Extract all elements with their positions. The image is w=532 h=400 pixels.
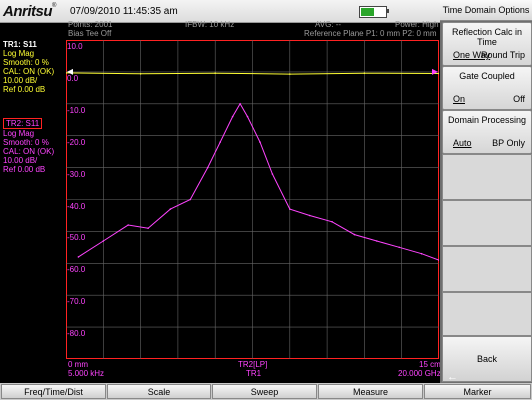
trace-tr2-point	[206, 166, 209, 169]
y-tick-label: 10.0	[67, 42, 83, 51]
main-menu-bar: Freq/Time/Dist Scale Sweep Measure Marke…	[0, 383, 532, 400]
trace-tr2-point	[420, 252, 423, 255]
battery-icon	[359, 6, 387, 18]
empty-soft-key-2[interactable]	[442, 200, 532, 246]
trace-tr2-point	[353, 233, 356, 236]
bp-only-option: BP Only	[492, 138, 525, 148]
y-tick-label: -70.0	[67, 297, 86, 307]
trace1-ref: Ref 0.00 dB	[3, 85, 46, 94]
domain-processing-button[interactable]: Domain Processing Auto BP Only	[442, 110, 532, 154]
trace2-smooth: Smooth: 0 %	[3, 138, 49, 147]
trace-tr2-point	[259, 141, 261, 143]
trace-tr2-point	[239, 103, 241, 105]
trace-center-sub: TR1	[246, 369, 262, 378]
y-tick-label: -40.0	[67, 201, 86, 211]
trace1-smooth: Smooth: 0 %	[3, 58, 49, 67]
trace-tr2-point	[246, 115, 249, 118]
points-readout: Points: 2001	[68, 20, 113, 29]
stop-frequency: 20.000 GHz	[398, 369, 441, 378]
y-tick-label: -30.0	[67, 169, 86, 179]
domain-processing-label: Domain Processing	[447, 115, 527, 125]
trace-tr2-point	[376, 240, 378, 242]
trace-tr2-point	[169, 208, 172, 210]
trace-tr2-point	[331, 221, 333, 223]
start-distance: 0 mm	[68, 360, 88, 369]
trace-tr2-point	[231, 115, 234, 118]
trace-tr2-point	[308, 214, 311, 217]
reflection-calc-label: Reflection Calc in Time	[451, 27, 523, 47]
reflection-calc-button[interactable]: Reflection Calc in Time One Way Round Tr…	[442, 22, 532, 66]
marker-menu[interactable]: Marker	[424, 384, 531, 399]
trace2-name: TR2: S11	[3, 118, 43, 129]
trace2-format: Log Mag	[3, 129, 35, 138]
bias-tee-readout: Bias Tee Off	[68, 29, 112, 38]
trace1-info[interactable]: TR1: S11 Log Mag Smooth: 0 % CAL: ON (OK…	[3, 40, 65, 126]
y-tick-label: -80.0	[67, 329, 86, 339]
start-frequency: 5.000 kHz	[68, 369, 105, 378]
empty-soft-key-1[interactable]	[442, 154, 532, 200]
datetime: 07/09/2010 11:45:35 am	[70, 6, 178, 17]
trace1-format: Log Mag	[3, 49, 35, 58]
stop-distance: 15 cm	[419, 360, 441, 369]
trace-center-label: TR2[LP]	[238, 360, 268, 369]
trace1-cal: CAL: ON (OK)	[3, 67, 55, 76]
empty-soft-key-4[interactable]	[442, 292, 532, 336]
gate-on-option: On	[453, 94, 466, 104]
y-tick-label: -20.0	[67, 137, 86, 147]
trace-tr2-point	[102, 240, 105, 242]
scale-menu[interactable]: Scale	[107, 384, 211, 399]
trace-tr2-point	[127, 224, 129, 226]
avg-readout: AVG: --	[315, 20, 342, 29]
trace1-scale: 10.00 dB/	[3, 76, 38, 85]
battery-tip	[386, 9, 389, 13]
freq-time-dist-menu[interactable]: Freq/Time/Dist	[1, 384, 106, 399]
reference-plane-readout: Reference Plane P1: 0 mm P2: 0 mm	[304, 29, 437, 38]
y-tick-label: 0.0	[67, 73, 79, 83]
sweep-menu[interactable]: Sweep	[212, 384, 317, 399]
anritsu-logo: Anritsu®	[3, 3, 56, 20]
gate-coupled-label: Gate Coupled	[459, 71, 515, 81]
trace-tr2-point	[289, 208, 291, 210]
trace-tr2-point	[147, 227, 149, 229]
trace2-cal: CAL: ON (OK)	[3, 147, 55, 156]
trace2-ref: Ref 0.00 dB	[3, 165, 46, 174]
trace2-scale: 10.00 dB/	[3, 156, 38, 165]
ifbw-readout: IFBW: 10 kHz	[185, 20, 235, 29]
soft-key-panel: Time Domain Options Reflection Calc in T…	[440, 0, 532, 383]
gate-coupled-button[interactable]: Gate Coupled On Off	[442, 66, 532, 110]
power-readout: Power: High	[395, 20, 439, 29]
menu-title: Time Domain Options	[440, 0, 532, 21]
trace-tr2-point	[219, 141, 221, 143]
trace-tr1-point	[289, 73, 291, 75]
round-trip-option: Round Trip	[480, 50, 525, 60]
trace1-name: TR1: S11	[3, 40, 37, 49]
trace-tr2-point	[189, 198, 192, 201]
trace-tr1-point	[139, 73, 142, 75]
trace-tr2-point	[77, 256, 80, 258]
y-tick-label: -50.0	[67, 233, 86, 243]
battery-level-fill	[361, 8, 375, 16]
trace2-info[interactable]: TR2: S11 Log Mag Smooth: 0 % CAL: ON (OK…	[3, 118, 65, 192]
empty-soft-key-3[interactable]	[442, 246, 532, 292]
y-tick-label: -10.0	[67, 105, 86, 115]
measure-menu[interactable]: Measure	[318, 384, 423, 399]
back-arrow-icon: ←	[447, 371, 458, 383]
time-domain-plot[interactable]	[66, 40, 439, 359]
trace-tr1-point	[214, 72, 216, 74]
trace-tr1-point	[363, 72, 366, 74]
auto-option: Auto	[453, 138, 472, 148]
gate-off-option: Off	[513, 94, 525, 104]
trace-tr2-point	[398, 246, 401, 249]
trace-tr2-point	[271, 173, 274, 175]
y-tick-label: -60.0	[67, 265, 86, 275]
